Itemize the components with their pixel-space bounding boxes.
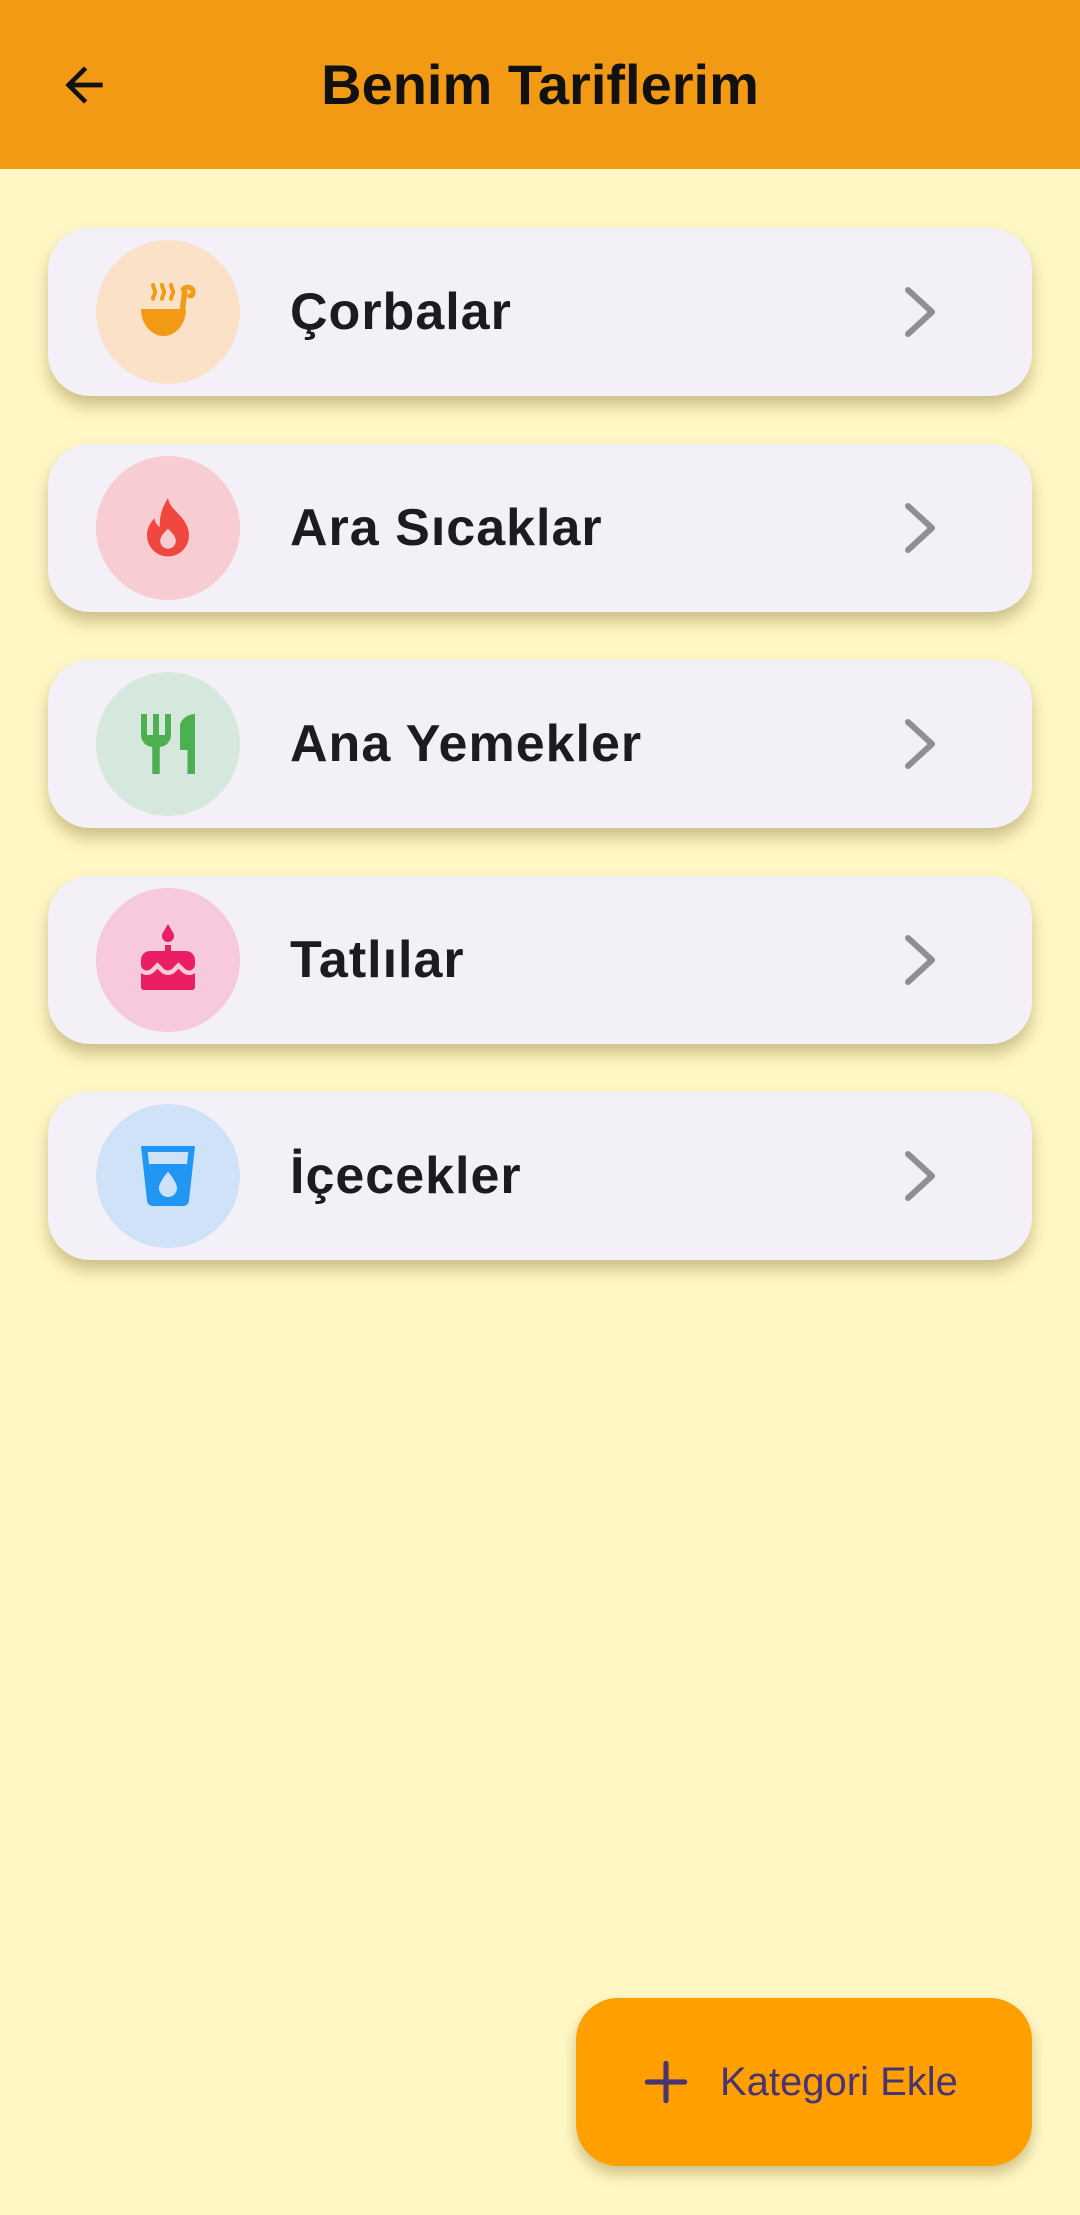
category-card-tatlilar[interactable]: Tatlılar: [48, 876, 1032, 1044]
fork-knife-icon: [141, 714, 195, 774]
category-icon-circle: [96, 456, 240, 600]
app-bar: Benim Tariflerim: [0, 0, 1080, 169]
drink-glass-icon: [141, 1146, 195, 1206]
chevron-right-icon: [892, 930, 952, 990]
category-icon-circle: [96, 1104, 240, 1248]
page-title: Benim Tariflerim: [321, 53, 759, 116]
chevron-right-icon: [892, 714, 952, 774]
category-icon-circle: [96, 672, 240, 816]
category-label: Tatlılar: [290, 931, 465, 989]
category-label: İçecekler: [290, 1147, 522, 1205]
category-card-ana-yemekler[interactable]: Ana Yemekler: [48, 660, 1032, 828]
chevron-right-icon: [892, 1146, 952, 1206]
category-card-icecekler[interactable]: İçecekler: [48, 1092, 1032, 1260]
category-icon-circle: [96, 888, 240, 1032]
chevron-right-icon: [892, 498, 952, 558]
category-label: Ana Yemekler: [290, 715, 643, 773]
chevron-right-icon: [892, 282, 952, 342]
add-category-button[interactable]: Kategori Ekle: [576, 1998, 1032, 2166]
fire-icon: [147, 498, 189, 557]
category-icon-circle: [96, 240, 240, 384]
category-label: Ara Sıcaklar: [290, 499, 603, 557]
plus-icon: [634, 2050, 698, 2114]
cake-icon: [141, 924, 195, 990]
category-label: Çorbalar: [290, 283, 512, 341]
add-category-label: Kategori Ekle: [720, 2060, 958, 2104]
category-list: Çorbalar Ara Sıcaklar Ana Yemekler Tatlı…: [48, 228, 1032, 1308]
soup-ladle-icon: [141, 283, 196, 336]
category-card-ara-sicaklar[interactable]: Ara Sıcaklar: [48, 444, 1032, 612]
category-card-corbalar[interactable]: Çorbalar: [48, 228, 1032, 396]
